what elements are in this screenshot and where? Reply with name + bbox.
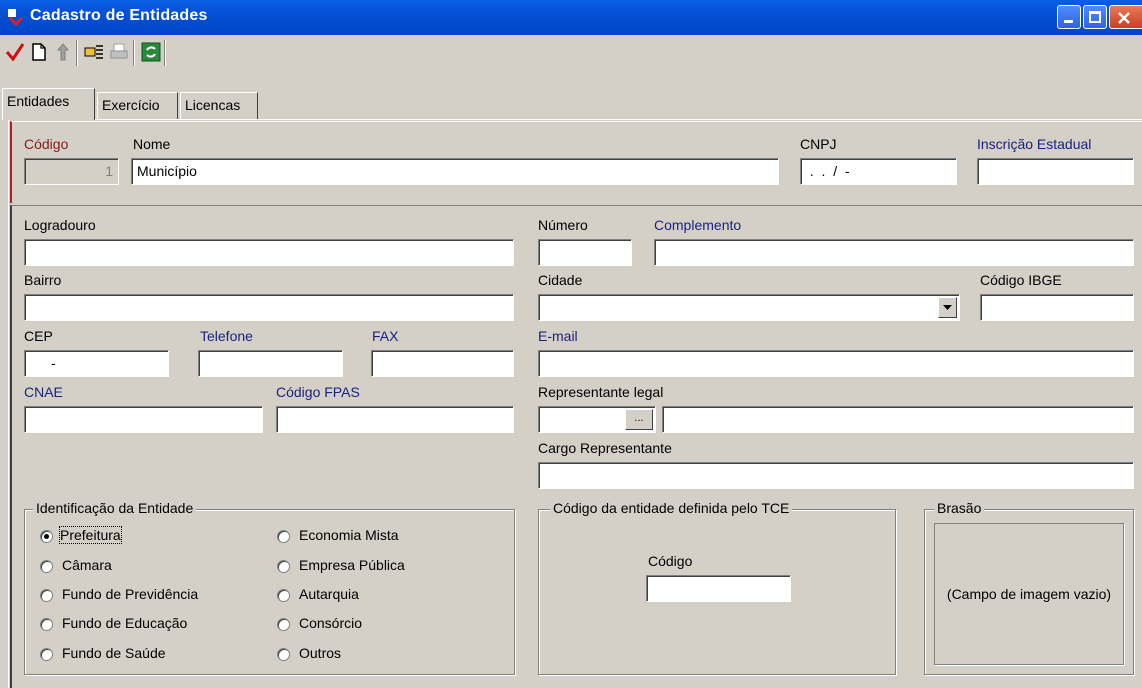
print-button[interactable] [108,40,130,64]
cep-field[interactable]: - [24,350,169,377]
option-prefeitura[interactable]: Prefeitura [59,526,122,544]
refresh-icon [141,42,161,62]
new-document-icon [32,43,46,61]
app-icon [8,9,24,26]
tce-codigo-label: Código [648,553,693,569]
cargo-representante-field[interactable] [538,462,1134,489]
email-label: E-mail [538,328,578,344]
complemento-field[interactable] [654,239,1134,266]
representante-nome-field[interactable] [662,406,1134,433]
delete-icon [56,43,70,61]
tab-label: Exercício [102,97,160,113]
inscricao-estadual-field[interactable] [977,158,1134,185]
cnpj-field[interactable]: . . / - [800,158,957,185]
codigo-ibge-label: Código IBGE [980,272,1062,288]
representante-codigo-field[interactable]: ... [538,406,656,433]
cnae-label: CNAE [24,384,63,400]
cnpj-label: CNPJ [800,136,837,152]
telefone-field[interactable] [198,350,343,377]
bairro-field[interactable] [24,294,514,321]
radio-fundo-educacao[interactable] [40,618,53,631]
tce-legend: Código da entidade definida pelo TCE [550,500,793,516]
codigo-fpas-label: Código FPAS [276,384,360,400]
radio-fundo-saude[interactable] [40,648,53,661]
search-button[interactable] [82,40,108,64]
brasao-image-placeholder[interactable]: (Campo de imagem vazio) [934,523,1124,665]
window-title: Cadastro de Entidades [30,7,208,24]
option-economia-mista[interactable]: Economia Mista [299,527,399,543]
radio-prefeitura[interactable] [40,530,53,543]
tab-entidades[interactable]: Entidades [2,88,95,120]
numero-field[interactable] [538,239,632,266]
fax-field[interactable] [371,350,514,377]
close-button[interactable] [1109,5,1142,29]
telefone-label: Telefone [200,328,253,344]
radio-camara[interactable] [40,560,53,573]
toolbar-separator [133,40,135,66]
minimize-button[interactable] [1057,5,1081,29]
radio-autarquia[interactable] [277,589,290,602]
nome-field[interactable]: Município [131,158,779,185]
lookup-button[interactable]: ... [625,409,653,430]
identificacao-legend: Identificação da Entidade [33,500,197,516]
cargo-representante-label: Cargo Representante [538,440,672,456]
radio-economia-mista[interactable] [277,530,290,543]
inscricao-estadual-label: Inscrição Estadual [977,136,1092,152]
print-icon [110,43,128,59]
radio-empresa-publica[interactable] [277,560,290,573]
fax-label: FAX [372,328,399,344]
radio-outros[interactable] [277,648,290,661]
codigo-field[interactable]: 1 [24,158,119,185]
new-button[interactable] [28,40,50,64]
brasao-legend: Brasão [934,500,985,516]
representante-legal-label: Representante legal [538,384,664,400]
tab-licencas[interactable]: Licencas [180,92,258,119]
confirm-button[interactable] [4,40,26,64]
codigo-ibge-field[interactable] [980,294,1134,321]
nome-label: Nome [133,136,171,152]
tab-label: Licencas [185,97,241,113]
option-empresa-publica[interactable]: Empresa Pública [299,557,405,573]
checkmark-icon [5,43,25,62]
cnae-field[interactable] [24,406,263,433]
radio-consorcio[interactable] [277,618,290,631]
toolbar-separator [164,40,166,66]
close-icon [1118,12,1130,24]
maximize-button[interactable] [1083,5,1107,29]
option-fundo-educacao[interactable]: Fundo de Educação [62,615,187,631]
codigo-label: Código [24,136,69,152]
option-fundo-saude[interactable]: Fundo de Saúde [62,645,166,661]
logradouro-field[interactable] [24,239,514,266]
radio-fundo-previdencia[interactable] [40,589,53,602]
tab-exercicio[interactable]: Exercício [97,92,178,119]
cep-label: CEP [24,328,53,344]
toolbar-separator [76,40,78,66]
codigo-fpas-field[interactable] [276,406,514,433]
tab-label: Entidades [7,93,70,109]
cidade-label: Cidade [538,272,583,288]
bairro-label: Bairro [24,272,62,288]
tce-codigo-field[interactable] [646,575,791,602]
complemento-label: Complemento [654,217,742,233]
option-consorcio[interactable]: Consórcio [299,615,362,631]
delete-button[interactable] [52,40,74,64]
logradouro-label: Logradouro [24,217,96,233]
refresh-button[interactable] [140,40,162,64]
dropdown-button[interactable] [938,297,957,318]
numero-label: Número [538,217,588,233]
option-camara[interactable]: Câmara [62,557,112,573]
option-outros[interactable]: Outros [299,645,341,661]
cidade-select[interactable] [538,294,960,321]
option-autarquia[interactable]: Autarquia [299,586,359,602]
chevron-down-icon [943,305,952,310]
window-titlebar: Cadastro de Entidades [0,0,1142,35]
email-field[interactable] [538,350,1134,377]
search-icon [84,45,103,59]
option-fundo-previdencia[interactable]: Fundo de Previdência [62,586,198,602]
